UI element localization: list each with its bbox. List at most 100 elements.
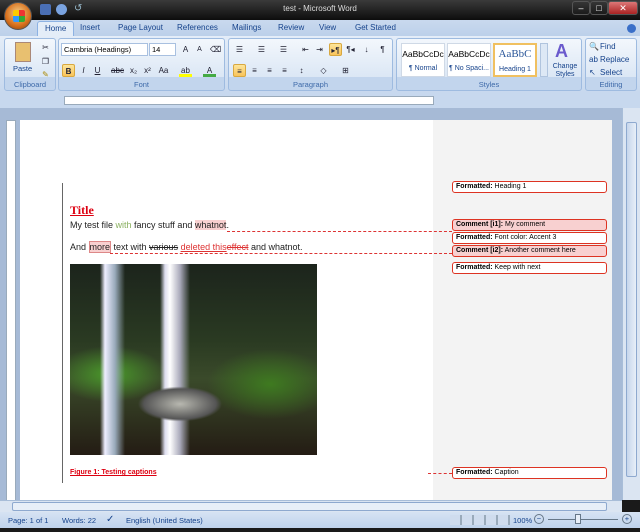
balloon-comment[interactable]: Comment [i1]: My comment — [452, 219, 607, 231]
copy-icon[interactable]: ❐ — [39, 55, 52, 68]
style-preview: AaBbCcDc — [402, 49, 444, 59]
help-icon[interactable] — [627, 24, 636, 33]
tab-mailings[interactable]: Mailings — [232, 23, 261, 32]
font-color-button[interactable]: A — [203, 64, 216, 77]
balloon-text: Keep with next — [494, 264, 541, 271]
text: My test file — [70, 220, 116, 230]
close-button[interactable]: ✕ — [608, 1, 638, 15]
vertical-ruler[interactable] — [6, 120, 16, 505]
paragraph-1[interactable]: My test file with fancy stuff and whatno… — [70, 220, 229, 230]
maximize-button[interactable]: □ — [590, 1, 608, 15]
balloon-formatted[interactable]: Formatted: Caption — [452, 467, 607, 479]
shading-icon[interactable]: ◇ — [317, 64, 330, 77]
paste-button[interactable]: Paste — [13, 64, 32, 73]
cut-icon[interactable]: ✂ — [39, 41, 52, 54]
superscript-button[interactable]: x² — [141, 64, 154, 77]
paragraph-2[interactable]: And more text with various deleted thise… — [70, 241, 303, 253]
deleted-text: effect — [226, 242, 249, 252]
tab-page-layout[interactable]: Page Layout — [118, 23, 163, 32]
change-styles-button[interactable]: Change Styles — [550, 63, 580, 79]
zoom-level[interactable]: 100% — [513, 516, 532, 525]
status-bar: Page: 1 of 1 Words: 22 ✓ English (United… — [0, 512, 640, 528]
tab-insert[interactable]: Insert — [80, 23, 100, 32]
proofing-icon[interactable]: ✓ — [106, 514, 114, 525]
style-preview: AaBbC — [498, 48, 532, 60]
select-button[interactable]: Select — [600, 68, 622, 77]
figure-caption[interactable]: Figure 1: Testing captions — [70, 469, 157, 476]
sort-icon[interactable]: ↓ — [360, 43, 373, 56]
tab-references[interactable]: References — [177, 23, 218, 32]
paste-icon[interactable] — [15, 42, 31, 62]
horizontal-ruler[interactable] — [0, 93, 640, 108]
zoom-slider-thumb[interactable] — [575, 514, 581, 524]
bold-button[interactable]: B — [62, 64, 75, 77]
balloon-comment[interactable]: Comment [i2]: Another comment here — [452, 245, 607, 257]
decrease-indent-icon[interactable]: ⇤ — [299, 43, 312, 56]
underline-button[interactable]: U — [91, 64, 104, 77]
style-name: Heading 1 — [499, 66, 531, 73]
document-title[interactable]: Title — [70, 203, 94, 218]
change-styles-icon: A — [555, 41, 568, 61]
styles-scroll[interactable] — [540, 43, 548, 77]
style-no-spacing[interactable]: AaBbCcDc ¶ No Spaci... — [447, 43, 491, 77]
scroll-thumb[interactable] — [626, 122, 637, 477]
view-buttons[interactable] — [450, 515, 510, 525]
horizontal-scrollbar[interactable] — [0, 500, 622, 512]
tab-get-started[interactable]: Get Started — [355, 23, 396, 32]
align-center-icon[interactable]: ≡ — [248, 64, 261, 77]
balloon-kind: Formatted: — [456, 469, 493, 476]
italic-button[interactable]: I — [77, 64, 90, 77]
ltr-icon[interactable]: ▸¶ — [329, 43, 342, 56]
shrink-font-icon[interactable]: A — [193, 43, 206, 56]
balloon-formatted[interactable]: Formatted: Font color: Accent 3 — [452, 232, 607, 244]
word-count[interactable]: Words: 22 — [62, 516, 96, 525]
tab-view[interactable]: View — [319, 23, 336, 32]
zoom-slider[interactable] — [548, 519, 618, 520]
tab-home[interactable]: Home — [37, 21, 75, 36]
replace-button[interactable]: Replace — [600, 55, 629, 64]
paragraph-group: ☰ ☰ ☰ ⇤ ⇥ ▸¶ ¶◂ ↓ ¶ ≡ ≡ ≡ ≡ ↕ ◇ ⊞ Paragr… — [228, 38, 393, 91]
balloon-formatted[interactable]: Formatted: Keep with next — [452, 262, 607, 274]
bullets-icon[interactable]: ☰ — [233, 43, 246, 56]
tab-review[interactable]: Review — [278, 23, 304, 32]
text: And — [70, 242, 89, 252]
line-spacing-icon[interactable]: ↕ — [295, 64, 308, 77]
page-count[interactable]: Page: 1 of 1 — [8, 516, 48, 525]
grow-font-icon[interactable]: A — [179, 43, 192, 56]
comment-connector — [227, 231, 452, 232]
numbering-icon[interactable]: ☰ — [255, 43, 268, 56]
subscript-button[interactable]: x₂ — [127, 64, 140, 77]
strikethrough-button[interactable]: abc — [111, 64, 124, 77]
borders-icon[interactable]: ⊞ — [339, 64, 352, 77]
minimize-button[interactable]: – — [572, 1, 590, 15]
justify-icon[interactable]: ≡ — [278, 64, 291, 77]
highlight-button[interactable]: ab — [179, 64, 192, 77]
office-button[interactable] — [4, 2, 32, 30]
waterfall-image[interactable] — [70, 264, 317, 455]
clear-formatting-icon[interactable]: ⌫ — [209, 43, 222, 56]
balloon-text: Another comment here — [504, 247, 576, 254]
zoom-out-button[interactable]: − — [534, 514, 544, 524]
align-left-icon[interactable]: ≡ — [233, 64, 246, 77]
font-size-select[interactable]: 14 — [149, 43, 176, 56]
zoom-in-button[interactable]: + — [622, 514, 632, 524]
font-name-select[interactable]: Cambria (Headings) — [61, 43, 148, 56]
style-normal[interactable]: AaBbCcDc ¶ Normal — [401, 43, 445, 77]
scroll-thumb[interactable] — [12, 502, 607, 511]
rtl-icon[interactable]: ¶◂ — [344, 43, 357, 56]
increase-indent-icon[interactable]: ⇥ — [313, 43, 326, 56]
style-heading-1[interactable]: AaBbC Heading 1 — [493, 43, 537, 77]
ribbon-tabs: Home Insert Page Layout References Maili… — [0, 20, 640, 36]
commented-text: whatnot — [194, 220, 227, 230]
deleted-text: various — [149, 242, 179, 252]
multilevel-list-icon[interactable]: ☰ — [277, 43, 290, 56]
language[interactable]: English (United States) — [126, 516, 203, 525]
vertical-scrollbar[interactable] — [622, 108, 640, 500]
find-button[interactable]: Find — [600, 42, 616, 51]
align-right-icon[interactable]: ≡ — [263, 64, 276, 77]
balloon-formatted[interactable]: Formatted: Heading 1 — [452, 181, 607, 193]
show-marks-icon[interactable]: ¶ — [376, 43, 389, 56]
style-name: ¶ Normal — [408, 65, 438, 72]
change-case-button[interactable]: Aa — [157, 64, 170, 77]
balloon-text: Heading 1 — [494, 183, 527, 190]
